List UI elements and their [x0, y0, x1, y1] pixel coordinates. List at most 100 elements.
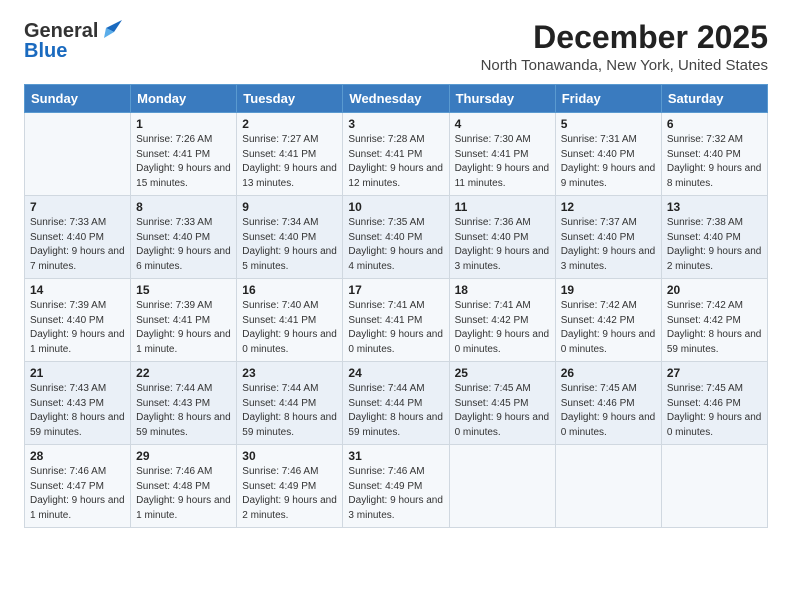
calendar-table: SundayMondayTuesdayWednesdayThursdayFrid…	[24, 84, 768, 528]
cell-info: Sunrise: 7:42 AMSunset: 4:42 PMDaylight:…	[561, 300, 656, 355]
day-number: 3	[348, 117, 443, 131]
cell-info: Sunrise: 7:44 AMSunset: 4:44 PMDaylight:…	[242, 383, 337, 438]
day-number: 18	[455, 283, 550, 297]
day-number: 25	[455, 366, 550, 380]
calendar-cell: 31Sunrise: 7:46 AMSunset: 4:49 PMDayligh…	[343, 445, 449, 528]
week-row-5: 28Sunrise: 7:46 AMSunset: 4:47 PMDayligh…	[25, 445, 768, 528]
logo: General Blue	[24, 20, 122, 62]
calendar-cell: 5Sunrise: 7:31 AMSunset: 4:40 PMDaylight…	[555, 113, 661, 196]
day-number: 29	[136, 449, 231, 463]
calendar-cell: 3 Sunrise: 7:28 AMSunset: 4:41 PMDaylight…	[343, 113, 449, 196]
calendar-cell: 25 Sunrise: 7:45 AMSunset: 4:45 PMDayligh…	[449, 362, 555, 445]
day-number: 6	[667, 117, 762, 131]
cell-info: Sunrise: 7:43 AMSunset: 4:43 PMDaylight:…	[30, 383, 125, 438]
calendar-cell: 8 Sunrise: 7:33 AMSunset: 4:40 PMDaylight…	[131, 196, 237, 279]
calendar-cell: 10 Sunrise: 7:35 AMSunset: 4:40 PMDayligh…	[343, 196, 449, 279]
day-number: 22	[136, 366, 231, 380]
calendar-cell: 27Sunrise: 7:45 AMSunset: 4:46 PMDayligh…	[661, 362, 767, 445]
header-day-sunday: Sunday	[25, 85, 131, 113]
calendar-cell	[555, 445, 661, 528]
cell-info: Sunrise: 7:34 AMSunset: 4:40 PMDaylight:…	[242, 217, 337, 272]
day-number: 30	[242, 449, 337, 463]
calendar-cell: 1 Sunrise: 7:26 AMSunset: 4:41 PMDaylight…	[131, 113, 237, 196]
cell-info: Sunrise: 7:38 AMSunset: 4:40 PMDaylight:…	[667, 217, 762, 272]
day-number: 21	[30, 366, 125, 380]
calendar-cell: 20Sunrise: 7:42 AMSunset: 4:42 PMDayligh…	[661, 279, 767, 362]
day-number: 2	[242, 117, 337, 131]
day-number: 11	[455, 200, 550, 214]
cell-info: Sunrise: 7:44 AMSunset: 4:44 PMDaylight:…	[348, 383, 443, 438]
cell-info: Sunrise: 7:45 AMSunset: 4:46 PMDaylight:…	[667, 383, 762, 438]
header-day-tuesday: Tuesday	[237, 85, 343, 113]
cell-info: Sunrise: 7:33 AMSunset: 4:40 PMDaylight:…	[136, 217, 231, 272]
cell-info: Sunrise: 7:46 AMSunset: 4:48 PMDaylight:…	[136, 466, 231, 521]
calendar-cell: 2Sunrise: 7:27 AMSunset: 4:41 PMDaylight…	[237, 113, 343, 196]
calendar-cell: 23 Sunrise: 7:44 AMSunset: 4:44 PMDayligh…	[237, 362, 343, 445]
cell-info: Sunrise: 7:30 AMSunset: 4:41 PMDaylight:…	[455, 134, 550, 189]
day-number: 7	[30, 200, 125, 214]
calendar-cell: 9 Sunrise: 7:34 AMSunset: 4:40 PMDaylight…	[237, 196, 343, 279]
day-number: 4	[455, 117, 550, 131]
cell-info: Sunrise: 7:32 AMSunset: 4:40 PMDaylight:…	[667, 134, 762, 189]
week-row-4: 21 Sunrise: 7:43 AMSunset: 4:43 PMDayligh…	[25, 362, 768, 445]
cell-info: Sunrise: 7:28 AMSunset: 4:41 PMDaylight:…	[348, 134, 443, 189]
calendar-cell: 6 Sunrise: 7:32 AMSunset: 4:40 PMDaylight…	[661, 113, 767, 196]
header-day-wednesday: Wednesday	[343, 85, 449, 113]
cell-info: Sunrise: 7:26 AMSunset: 4:41 PMDaylight:…	[136, 134, 231, 189]
calendar-cell	[449, 445, 555, 528]
day-number: 16	[242, 283, 337, 297]
header-day-monday: Monday	[131, 85, 237, 113]
header: General Blue December 2025 North Tonawan…	[24, 20, 768, 74]
header-day-friday: Friday	[555, 85, 661, 113]
calendar-cell: 18Sunrise: 7:41 AMSunset: 4:42 PMDayligh…	[449, 279, 555, 362]
cell-info: Sunrise: 7:46 AMSunset: 4:49 PMDaylight:…	[348, 466, 443, 521]
main-title: December 2025	[481, 20, 768, 55]
week-row-3: 14Sunrise: 7:39 AMSunset: 4:40 PMDayligh…	[25, 279, 768, 362]
calendar-cell: 15 Sunrise: 7:39 AMSunset: 4:41 PMDayligh…	[131, 279, 237, 362]
calendar-cell: 24 Sunrise: 7:44 AMSunset: 4:44 PMDayligh…	[343, 362, 449, 445]
header-day-saturday: Saturday	[661, 85, 767, 113]
day-number: 13	[667, 200, 762, 214]
calendar-cell: 26 Sunrise: 7:45 AMSunset: 4:46 PMDayligh…	[555, 362, 661, 445]
day-number: 10	[348, 200, 443, 214]
cell-info: Sunrise: 7:31 AMSunset: 4:40 PMDaylight:…	[561, 134, 656, 189]
cell-info: Sunrise: 7:45 AMSunset: 4:45 PMDaylight:…	[455, 383, 550, 438]
cell-info: Sunrise: 7:39 AMSunset: 4:41 PMDaylight:…	[136, 300, 231, 355]
cell-info: Sunrise: 7:46 AMSunset: 4:49 PMDaylight:…	[242, 466, 337, 521]
cell-info: Sunrise: 7:37 AMSunset: 4:40 PMDaylight:…	[561, 217, 656, 272]
subtitle: North Tonawanda, New York, United States	[481, 57, 768, 74]
logo-general: General	[24, 20, 98, 42]
day-number: 15	[136, 283, 231, 297]
calendar-cell: 28Sunrise: 7:46 AMSunset: 4:47 PMDayligh…	[25, 445, 131, 528]
week-row-1: 1 Sunrise: 7:26 AMSunset: 4:41 PMDaylight…	[25, 113, 768, 196]
cell-info: Sunrise: 7:35 AMSunset: 4:40 PMDaylight:…	[348, 217, 443, 272]
calendar-cell	[25, 113, 131, 196]
calendar-cell: 21 Sunrise: 7:43 AMSunset: 4:43 PMDayligh…	[25, 362, 131, 445]
calendar-cell: 22 Sunrise: 7:44 AMSunset: 4:43 PMDayligh…	[131, 362, 237, 445]
cell-info: Sunrise: 7:44 AMSunset: 4:43 PMDaylight:…	[136, 383, 231, 438]
calendar-cell: 13 Sunrise: 7:38 AMSunset: 4:40 PMDayligh…	[661, 196, 767, 279]
calendar-cell: 12 Sunrise: 7:37 AMSunset: 4:40 PMDayligh…	[555, 196, 661, 279]
logo-bird-icon	[100, 20, 122, 38]
day-number: 9	[242, 200, 337, 214]
day-number: 12	[561, 200, 656, 214]
calendar-cell: 4 Sunrise: 7:30 AMSunset: 4:41 PMDaylight…	[449, 113, 555, 196]
title-block: December 2025 North Tonawanda, New York,…	[481, 20, 768, 74]
day-number: 24	[348, 366, 443, 380]
day-number: 23	[242, 366, 337, 380]
calendar-cell: 17Sunrise: 7:41 AMSunset: 4:41 PMDayligh…	[343, 279, 449, 362]
cell-info: Sunrise: 7:33 AMSunset: 4:40 PMDaylight:…	[30, 217, 125, 272]
day-number: 26	[561, 366, 656, 380]
calendar-cell: 30 Sunrise: 7:46 AMSunset: 4:49 PMDayligh…	[237, 445, 343, 528]
day-number: 8	[136, 200, 231, 214]
cell-info: Sunrise: 7:46 AMSunset: 4:47 PMDaylight:…	[30, 466, 125, 521]
calendar-cell	[661, 445, 767, 528]
cell-info: Sunrise: 7:41 AMSunset: 4:41 PMDaylight:…	[348, 300, 443, 355]
cell-info: Sunrise: 7:36 AMSunset: 4:40 PMDaylight:…	[455, 217, 550, 272]
cell-info: Sunrise: 7:45 AMSunset: 4:46 PMDaylight:…	[561, 383, 656, 438]
calendar-cell: 29 Sunrise: 7:46 AMSunset: 4:48 PMDayligh…	[131, 445, 237, 528]
calendar-cell: 19Sunrise: 7:42 AMSunset: 4:42 PMDayligh…	[555, 279, 661, 362]
cell-info: Sunrise: 7:40 AMSunset: 4:41 PMDaylight:…	[242, 300, 337, 355]
day-number: 20	[667, 283, 762, 297]
day-number: 1	[136, 117, 231, 131]
